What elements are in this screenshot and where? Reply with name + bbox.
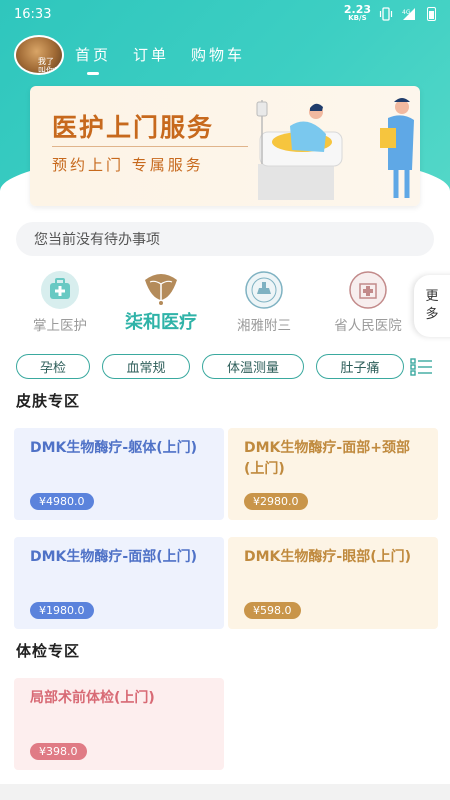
bottom-edge <box>0 784 450 800</box>
tag-stomachache[interactable]: 肚子痛 <box>316 354 404 379</box>
nurse-patient-illustration <box>256 98 414 200</box>
hospital-item-qihe[interactable]: 柒和医疗 <box>111 270 211 334</box>
price-badge: ¥1980.0 <box>30 602 94 619</box>
nav-tabs: 首页 订单 购物车 <box>75 44 245 75</box>
svg-text:4G: 4G <box>402 9 411 16</box>
tab-orders[interactable]: 订单 <box>133 44 169 65</box>
price-badge: ¥398.0 <box>30 743 87 760</box>
tag-temperature[interactable]: 体温测量 <box>202 354 304 379</box>
banner-subtitle: 预约上门 专属服务 <box>52 156 204 174</box>
signal-icon: 4G <box>402 8 415 20</box>
tag-pregnancy-check[interactable]: 孕检 <box>16 354 90 379</box>
vibrate-icon <box>379 7 393 21</box>
hospital-item-provincial[interactable]: 省人民医院 <box>318 270 418 334</box>
list-grid-icon[interactable] <box>410 357 434 377</box>
product-card[interactable]: DMK生物酶疗-面部+颈部(上门) ¥2980.0 <box>228 428 438 520</box>
battery-icon <box>427 7 436 21</box>
price-badge: ¥4980.0 <box>30 493 94 510</box>
status-bar: 16:33 2.23 KB/S 4G <box>0 0 450 28</box>
tag-blood-routine[interactable]: 血常规 <box>102 354 190 379</box>
more-button[interactable]: 更 多 <box>414 275 450 337</box>
hospital-item-zhangshang[interactable]: 掌上医护 <box>10 270 110 334</box>
medical-kit-icon <box>41 271 79 309</box>
hospital-item-xiangya[interactable]: 湘雅附三 <box>214 270 314 334</box>
product-card[interactable]: 局部术前体检(上门) ¥398.0 <box>14 678 224 770</box>
product-card[interactable]: DMK生物酶疗-眼部(上门) ¥598.0 <box>228 537 438 629</box>
todo-bar[interactable]: 您当前没有待办事项 <box>16 222 434 256</box>
ginkgo-logo-icon <box>145 274 177 305</box>
tab-home[interactable]: 首页 <box>75 44 111 75</box>
section-title-skin: 皮肤专区 <box>16 392 81 410</box>
xiangya-logo-icon <box>245 271 283 309</box>
network-speed: 2.23 KB/S <box>343 3 371 22</box>
avatar[interactable]: 我了 叫你麻了 <box>14 35 64 75</box>
product-card[interactable]: DMK生物酶疗-面部(上门) ¥1980.0 <box>14 537 224 629</box>
price-badge: ¥2980.0 <box>244 493 308 510</box>
price-badge: ¥598.0 <box>244 602 301 619</box>
product-card[interactable]: DMK生物酶疗-躯体(上门) ¥4980.0 <box>14 428 224 520</box>
tab-cart[interactable]: 购物车 <box>191 44 245 65</box>
promo-banner[interactable]: 医护上门服务 预约上门 专属服务 <box>30 86 420 206</box>
provincial-hospital-logo-icon <box>349 271 387 309</box>
quick-tags: 孕检 血常规 体温测量 肚子痛 <box>16 354 404 379</box>
section-title-checkup: 体检专区 <box>16 642 81 660</box>
status-time: 16:33 <box>14 6 52 22</box>
banner-title: 医护上门服务 <box>52 113 215 142</box>
